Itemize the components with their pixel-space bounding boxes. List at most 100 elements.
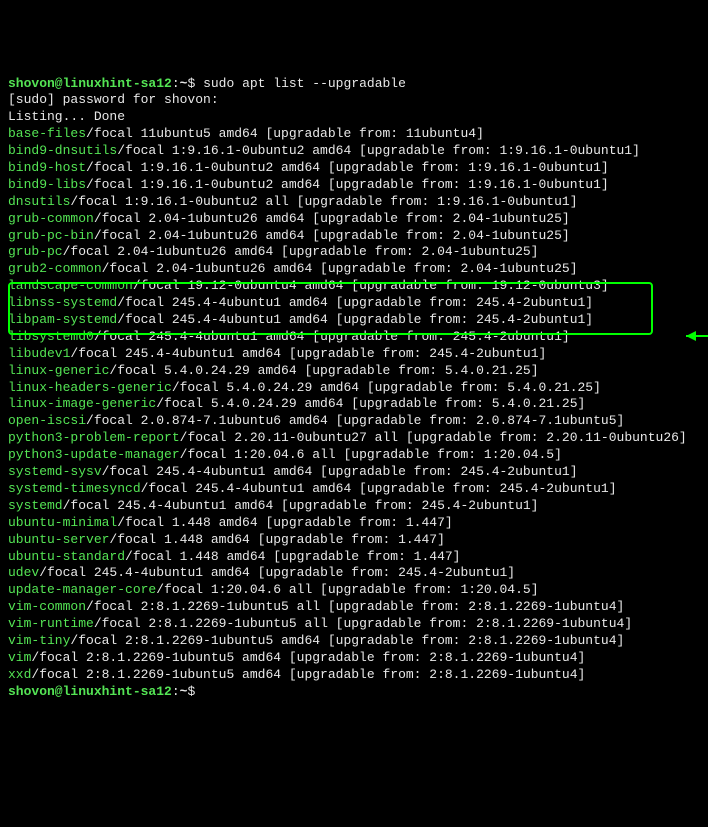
package-name: ubuntu-server: [8, 532, 109, 547]
prompt-line: shovon@linuxhint-sa12:~$: [8, 684, 700, 701]
package-details: /focal 1:20.04.6 all [upgradable from: 1…: [156, 582, 538, 597]
package-line: grub-common/focal 2.04-1ubuntu26 amd64 […: [8, 211, 700, 228]
package-line: ubuntu-server/focal 1.448 amd64 [upgrada…: [8, 532, 700, 549]
package-name: bind9-host: [8, 160, 86, 175]
package-details: /focal 11ubuntu5 amd64 [upgradable from:…: [86, 126, 484, 141]
package-line: vim/focal 2:8.1.2269-1ubuntu5 amd64 [upg…: [8, 650, 700, 667]
prompt-symbol: $: [187, 76, 203, 91]
package-name: vim-runtime: [8, 616, 94, 631]
package-line: vim-common/focal 2:8.1.2269-1ubuntu5 all…: [8, 599, 700, 616]
package-line: xxd/focal 2:8.1.2269-1ubuntu5 amd64 [upg…: [8, 667, 700, 684]
package-name: bind9-libs: [8, 177, 86, 192]
package-details: /focal 5.4.0.24.29 amd64 [upgradable fro…: [172, 380, 601, 395]
package-details: /focal 1.448 amd64 [upgradable from: 1.4…: [117, 515, 452, 530]
package-line: linux-generic/focal 5.4.0.24.29 amd64 [u…: [8, 363, 700, 380]
package-line: ubuntu-minimal/focal 1.448 amd64 [upgrad…: [8, 515, 700, 532]
package-line: grub-pc-bin/focal 2.04-1ubuntu26 amd64 […: [8, 228, 700, 245]
sudo-prompt: [sudo] password for shovon:: [8, 92, 700, 109]
package-details: /focal 1:9.16.1-0ubuntu2 amd64 [upgradab…: [86, 160, 609, 175]
package-line: update-manager-core/focal 1:20.04.6 all …: [8, 582, 700, 599]
package-details: /focal 2.04-1ubuntu26 amd64 [upgradable …: [94, 211, 570, 226]
package-name: vim-common: [8, 599, 86, 614]
package-name: bind9-dnsutils: [8, 143, 117, 158]
package-details: /focal 245.4-4ubuntu1 amd64 [upgradable …: [94, 329, 570, 344]
package-line: python3-update-manager/focal 1:20.04.6 a…: [8, 447, 700, 464]
package-line: udev/focal 245.4-4ubuntu1 amd64 [upgrada…: [8, 565, 700, 582]
listing-status: Listing... Done: [8, 109, 700, 126]
prompt-symbol: $: [187, 684, 203, 699]
package-details: /focal 245.4-4ubuntu1 amd64 [upgradable …: [117, 295, 593, 310]
prompt-path: ~: [180, 684, 188, 699]
package-name: linux-generic: [8, 363, 109, 378]
package-line: libpam-systemd/focal 245.4-4ubuntu1 amd6…: [8, 312, 700, 329]
package-name: grub2-common: [8, 261, 102, 276]
package-details: /focal 5.4.0.24.29 amd64 [upgradable fro…: [156, 396, 585, 411]
terminal-output: shovon@linuxhint-sa12:~$ sudo apt list -…: [8, 76, 700, 701]
package-name: dnsutils: [8, 194, 70, 209]
package-details: /focal 2.04-1ubuntu26 amd64 [upgradable …: [94, 228, 570, 243]
package-name: libudev1: [8, 346, 70, 361]
package-name: systemd-sysv: [8, 464, 102, 479]
package-name: python3-update-manager: [8, 447, 180, 462]
package-details: /focal 1:9.16.1-0ubuntu2 amd64 [upgradab…: [117, 143, 640, 158]
package-line: bind9-libs/focal 1:9.16.1-0ubuntu2 amd64…: [8, 177, 700, 194]
package-line: landscape-common/focal 19.12-0ubuntu4 am…: [8, 278, 700, 295]
package-name: open-iscsi: [8, 413, 86, 428]
package-line: linux-image-generic/focal 5.4.0.24.29 am…: [8, 396, 700, 413]
package-name: libnss-systemd: [8, 295, 117, 310]
package-name: ubuntu-minimal: [8, 515, 117, 530]
package-name: grub-common: [8, 211, 94, 226]
package-details: /focal 1:20.04.6 all [upgradable from: 1…: [180, 447, 562, 462]
package-line: base-files/focal 11ubuntu5 amd64 [upgrad…: [8, 126, 700, 143]
package-name: libsystemd0: [8, 329, 94, 344]
package-details: /focal 245.4-4ubuntu1 amd64 [upgradable …: [117, 312, 593, 327]
package-details: /focal 245.4-4ubuntu1 amd64 [upgradable …: [39, 565, 515, 580]
package-line: dnsutils/focal 1:9.16.1-0ubuntu2 all [up…: [8, 194, 700, 211]
package-name: vim-tiny: [8, 633, 70, 648]
package-name: grub-pc-bin: [8, 228, 94, 243]
prompt-line: shovon@linuxhint-sa12:~$ sudo apt list -…: [8, 76, 700, 93]
package-details: /focal 19.12-0ubuntu4 amd64 [upgradable …: [133, 278, 609, 293]
package-details: /focal 1:9.16.1-0ubuntu2 amd64 [upgradab…: [86, 177, 609, 192]
package-line: libsystemd0/focal 245.4-4ubuntu1 amd64 […: [8, 329, 700, 346]
package-name: grub-pc: [8, 244, 63, 259]
package-name: systemd: [8, 498, 63, 513]
prompt-user: shovon@linuxhint-sa12: [8, 684, 172, 699]
package-details: /focal 2:8.1.2269-1ubuntu5 amd64 [upgrad…: [31, 650, 585, 665]
package-name: vim: [8, 650, 31, 665]
package-line: systemd/focal 245.4-4ubuntu1 amd64 [upgr…: [8, 498, 700, 515]
package-details: /focal 2.0.874-7.1ubuntu6 amd64 [upgrada…: [86, 413, 624, 428]
package-name: update-manager-core: [8, 582, 156, 597]
package-line: ubuntu-standard/focal 1.448 amd64 [upgra…: [8, 549, 700, 566]
package-line: bind9-host/focal 1:9.16.1-0ubuntu2 amd64…: [8, 160, 700, 177]
package-line: systemd-sysv/focal 245.4-4ubuntu1 amd64 …: [8, 464, 700, 481]
package-line: libudev1/focal 245.4-4ubuntu1 amd64 [upg…: [8, 346, 700, 363]
package-name: base-files: [8, 126, 86, 141]
package-name: linux-image-generic: [8, 396, 156, 411]
package-name: xxd: [8, 667, 31, 682]
package-line: grub2-common/focal 2.04-1ubuntu26 amd64 …: [8, 261, 700, 278]
package-details: /focal 5.4.0.24.29 amd64 [upgradable fro…: [109, 363, 538, 378]
package-line: libnss-systemd/focal 245.4-4ubuntu1 amd6…: [8, 295, 700, 312]
package-name: linux-headers-generic: [8, 380, 172, 395]
package-details: /focal 2.04-1ubuntu26 amd64 [upgradable …: [63, 244, 539, 259]
package-details: /focal 2:8.1.2269-1ubuntu5 amd64 [upgrad…: [31, 667, 585, 682]
package-name: python3-problem-report: [8, 430, 180, 445]
package-line: linux-headers-generic/focal 5.4.0.24.29 …: [8, 380, 700, 397]
prompt-user: shovon@linuxhint-sa12: [8, 76, 172, 91]
package-details: /focal 2.04-1ubuntu26 amd64 [upgradable …: [102, 261, 578, 276]
command-text: sudo apt list --upgradable: [203, 76, 406, 91]
package-name: ubuntu-standard: [8, 549, 125, 564]
package-line: open-iscsi/focal 2.0.874-7.1ubuntu6 amd6…: [8, 413, 700, 430]
package-line: vim-tiny/focal 2:8.1.2269-1ubuntu5 amd64…: [8, 633, 700, 650]
package-line: grub-pc/focal 2.04-1ubuntu26 amd64 [upgr…: [8, 244, 700, 261]
package-details: /focal 2:8.1.2269-1ubuntu5 all [upgradab…: [86, 599, 624, 614]
package-details: /focal 2:8.1.2269-1ubuntu5 amd64 [upgrad…: [70, 633, 624, 648]
package-name: systemd-timesyncd: [8, 481, 141, 496]
package-details: /focal 245.4-4ubuntu1 amd64 [upgradable …: [102, 464, 578, 479]
package-details: /focal 1:9.16.1-0ubuntu2 all [upgradable…: [70, 194, 577, 209]
package-details: /focal 1.448 amd64 [upgradable from: 1.4…: [125, 549, 460, 564]
package-details: /focal 2.20.11-0ubuntu27 all [upgradable…: [180, 430, 687, 445]
package-details: /focal 245.4-4ubuntu1 amd64 [upgradable …: [141, 481, 617, 496]
package-line: vim-runtime/focal 2:8.1.2269-1ubuntu5 al…: [8, 616, 700, 633]
